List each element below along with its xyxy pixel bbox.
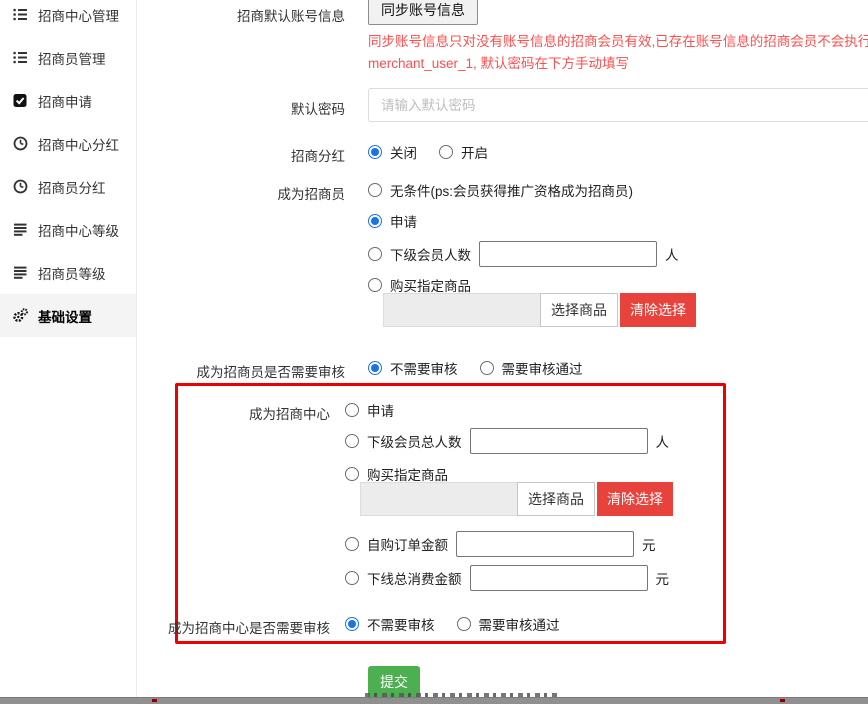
agent-select-product-button[interactable]: 选择商品 [540,293,618,327]
default-password-input[interactable] [368,88,868,122]
radio-agent-audit-no-label[interactable]: 不需要审核 [390,358,458,378]
radio-center-total-sub-members[interactable] [345,434,359,448]
radio-dividend-off[interactable] [368,145,382,159]
center-total-sub-members-suffix: 人 [656,431,670,451]
sidebar-item-merchant-staff-management[interactable]: 招商员管理 [0,36,136,79]
center-clear-selection-button[interactable]: 清除选择 [597,482,673,516]
radio-dividend-off-label[interactable]: 关闭 [390,142,417,162]
sidebar-item-label: 招商中心管理 [38,5,119,25]
sidebar-item-staff-level[interactable]: 招商员等级 [0,251,136,294]
clock-icon [13,136,28,151]
bars-icon [13,222,28,237]
check-square-icon [13,93,28,108]
agent-option-apply[interactable]: 申请 [368,211,417,231]
center-audit-radio-group: 不需要审核 需要审核通过 [345,614,560,634]
center-option-total-sub-members-label: 下级会员总人数 [367,431,462,451]
list-icon [13,7,28,22]
center-option-downline-total-label: 下线总消费金额 [367,568,462,588]
center-option-downline-total[interactable]: 下线总消费金额 元 [345,565,669,591]
agent-audit-radio-group: 不需要审核 需要审核通过 [368,358,583,378]
agent-option-apply-label: 申请 [390,211,417,231]
horizontal-scrollbar[interactable] [0,697,868,704]
sidebar-item-label: 招商员分红 [38,177,106,197]
center-option-apply[interactable]: 申请 [345,400,394,420]
center-self-order-suffix: 元 [642,534,656,554]
dividend-label: 招商分红 [137,145,345,165]
center-downline-total-input[interactable] [470,565,648,591]
list-icon [13,50,28,65]
radio-center-audit-yes[interactable] [457,617,471,631]
scrollbar-red-tick [152,699,157,702]
center-option-self-order[interactable]: 自购订单金额 元 [345,531,656,557]
become-agent-label: 成为招商员 [137,183,345,203]
radio-agent-audit-no[interactable] [368,361,382,375]
agent-sub-members-suffix: 人 [665,244,679,264]
gears-icon [13,308,28,323]
account-info-label: 招商默认账号信息 [137,5,345,25]
center-product-display-field [360,482,518,516]
sidebar-item-label: 基础设置 [38,306,92,326]
radio-center-apply[interactable] [345,403,359,417]
center-option-self-order-label: 自购订单金额 [367,534,448,554]
bars-icon [13,265,28,280]
clock-icon [13,179,28,194]
sidebar-item-label: 招商员管理 [38,48,106,68]
warning-text-line2: merchant_user_1, 默认密码在下方手动填写 [368,52,629,72]
agent-clear-selection-button[interactable]: 清除选择 [620,293,696,327]
center-downline-total-suffix: 元 [656,568,670,588]
sidebar-item-merchant-center-management[interactable]: 招商中心管理 [0,0,136,36]
sidebar-item-label: 招商申请 [38,91,92,111]
radio-center-audit-yes-label[interactable]: 需要审核通过 [479,614,560,634]
sidebar-item-center-dividend[interactable]: 招商中心分红 [0,122,136,165]
center-option-buy-product[interactable]: 购买指定商品 [345,464,448,484]
agent-option-buy-product-label: 购买指定商品 [390,275,471,295]
radio-agent-audit-yes[interactable] [480,361,494,375]
sidebar-item-label: 招商员等级 [38,263,106,283]
agent-option-unconditional[interactable]: 无条件(ps:会员获得推广资格成为招商员) [368,180,633,200]
radio-agent-apply[interactable] [368,214,382,228]
center-select-product-button[interactable]: 选择商品 [517,482,595,516]
sidebar-menu: 招商中心管理 招商员管理 招商申请 招商中心分红 招商员分红 [0,0,136,337]
sidebar-item-staff-dividend[interactable]: 招商员分红 [0,165,136,208]
become-center-label: 成为招商中心 [137,403,330,423]
agent-product-selector: 选择商品 清除选择 [383,293,696,327]
dividend-radio-group: 关闭 开启 [368,142,488,162]
center-option-buy-product-label: 购买指定商品 [367,464,448,484]
radio-center-audit-no-label[interactable]: 不需要审核 [367,614,435,634]
agent-option-buy-product[interactable]: 购买指定商品 [368,275,471,295]
sync-account-button[interactable]: 同步账号信息 [368,0,478,25]
center-product-selector: 选择商品 清除选择 [360,482,673,516]
radio-center-buy-product[interactable] [345,467,359,481]
sidebar: 招商中心管理 招商员管理 招商申请 招商中心分红 招商员分红 [0,0,137,697]
radio-center-self-order[interactable] [345,537,359,551]
agent-product-display-field [383,293,541,327]
sidebar-item-merchant-application[interactable]: 招商申请 [0,79,136,122]
scrollbar-red-tick [780,699,785,702]
agent-option-sub-members[interactable]: 下级会员人数 人 [368,241,679,267]
radio-center-downline-total[interactable] [345,571,359,585]
default-password-label: 默认密码 [137,98,345,118]
sidebar-item-label: 招商中心等级 [38,220,119,240]
settings-form: 招商默认账号信息 同步账号信息 同步账号信息只对没有账号信息的招商会员有效,已存… [137,0,868,697]
agent-option-unconditional-label: 无条件(ps:会员获得推广资格成为招商员) [390,180,633,200]
agent-audit-label: 成为招商员是否需要审核 [137,361,345,381]
center-audit-label: 成为招商中心是否需要审核 [137,617,330,637]
center-option-total-sub-members[interactable]: 下级会员总人数 人 [345,428,669,454]
center-total-sub-members-input[interactable] [470,428,648,454]
warning-text-line1: 同步账号信息只对没有账号信息的招商会员有效,已存在账号信息的招商会员不会执行该程… [368,30,868,50]
radio-agent-buy-product[interactable] [368,278,382,292]
agent-option-sub-members-label: 下级会员人数 [390,244,471,264]
radio-dividend-on-label[interactable]: 开启 [461,142,488,162]
radio-center-audit-no[interactable] [345,617,359,631]
radio-dividend-on[interactable] [439,145,453,159]
radio-agent-unconditional[interactable] [368,183,382,197]
agent-sub-members-input[interactable] [479,241,657,267]
sidebar-item-center-level[interactable]: 招商中心等级 [0,208,136,251]
radio-agent-sub-members[interactable] [368,247,382,261]
sidebar-item-basic-settings[interactable]: 基础设置 [0,294,136,337]
radio-agent-audit-yes-label[interactable]: 需要审核通过 [502,358,583,378]
center-option-apply-label: 申请 [367,400,394,420]
center-self-order-input[interactable] [456,531,634,557]
sidebar-item-label: 招商中心分红 [38,134,119,154]
